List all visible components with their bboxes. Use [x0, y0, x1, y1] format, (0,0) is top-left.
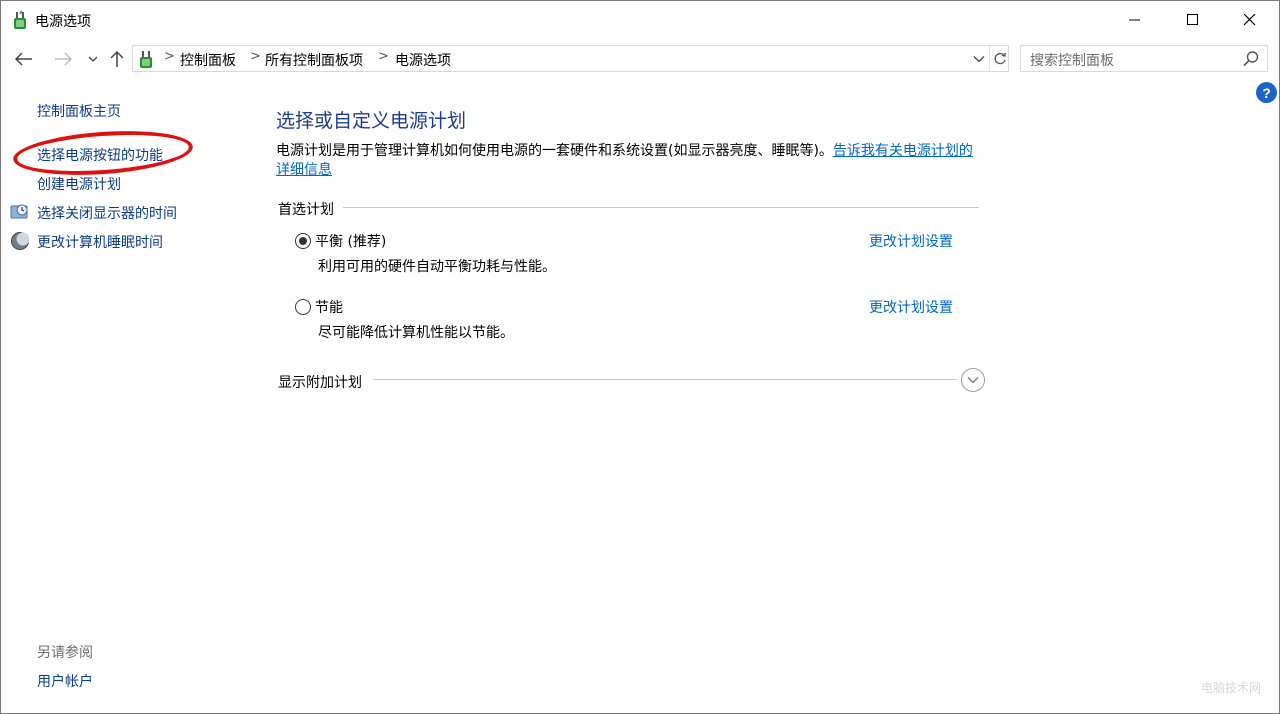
close-icon [1244, 14, 1256, 26]
page-title: 选择或自定义电源计划 [276, 110, 467, 132]
user-accounts-link[interactable]: 用户帐户 [37, 671, 93, 691]
plan-power-saver-radio[interactable] [295, 299, 311, 315]
section-divider [343, 207, 979, 208]
sleep-time-link[interactable]: 更改计算机睡眠时间 [37, 232, 163, 252]
plan-balanced-description: 利用可用的硬件自动平衡功耗与性能。 [318, 259, 556, 275]
display-off-time-link[interactable]: 选择关闭显示器的时间 [37, 203, 177, 223]
chevron-down-circle-icon [967, 377, 979, 384]
arrow-left-icon [15, 52, 32, 66]
plan-balanced-settings-link[interactable]: 更改计划设置 [869, 231, 953, 251]
search-icon [1243, 51, 1259, 67]
title-bar[interactable]: 电源选项 [1, 1, 1279, 39]
see-also-heading: 另请参阅 [37, 645, 93, 661]
recent-locations-button[interactable] [81, 45, 105, 73]
power-options-window: 电源选项 > 控制面板 > 所有控制面板项 > 电源选项 搜索控制面板 ? 控制… [0, 0, 1280, 714]
help-button[interactable]: ? [1256, 82, 1277, 103]
description-text: 电源计划是用于管理计算机如何使用电源的一套硬件和系统设置(如显示器亮度、睡眠等)… [276, 143, 833, 159]
moon-sleep-icon [11, 232, 30, 250]
back-button[interactable] [12, 45, 36, 73]
control-panel-home-link[interactable]: 控制面板主页 [37, 101, 121, 121]
plan-power-saver-settings-link[interactable]: 更改计划设置 [869, 297, 953, 317]
section-divider [373, 379, 957, 380]
watermark: 电脑技术网 [1201, 681, 1262, 695]
address-bar[interactable]: > 控制面板 > 所有控制面板项 > 电源选项 [132, 45, 1009, 72]
display-clock-icon [10, 204, 28, 219]
breadcrumb-separator: > [250, 49, 261, 64]
window-title: 电源选项 [35, 14, 91, 30]
forward-button[interactable] [51, 45, 75, 73]
address-dropdown-button[interactable] [968, 46, 990, 71]
maximize-button[interactable] [1164, 1, 1222, 39]
preferred-plans-heading: 首选计划 [278, 202, 334, 218]
maximize-icon [1187, 14, 1198, 25]
breadcrumb-separator: > [164, 49, 175, 64]
up-button[interactable] [105, 45, 129, 73]
minimize-button[interactable] [1106, 1, 1164, 39]
expand-additional-plans-button[interactable] [961, 368, 985, 392]
plan-balanced-name[interactable]: 平衡 (推荐) [315, 231, 386, 251]
chevron-down-icon [88, 56, 98, 62]
show-additional-plans-label[interactable]: 显示附加计划 [278, 372, 362, 392]
refresh-icon [994, 52, 1006, 64]
breadcrumb-power-options[interactable]: 电源选项 [395, 50, 451, 70]
refresh-button[interactable] [989, 46, 1009, 71]
breadcrumb-all-items[interactable]: 所有控制面板项 [265, 50, 363, 70]
plan-balanced-radio[interactable] [295, 233, 311, 249]
arrow-right-icon [55, 52, 72, 66]
power-options-icon [14, 10, 26, 29]
create-power-plan-link[interactable]: 创建电源计划 [37, 174, 121, 194]
search-placeholder: 搜索控制面板 [1030, 53, 1114, 69]
page-description: 电源计划是用于管理计算机如何使用电源的一套硬件和系统设置(如显示器亮度、睡眠等)… [276, 142, 981, 180]
plan-power-saver-description: 尽可能降低计算机性能以节能。 [318, 325, 514, 341]
breadcrumb-separator: > [378, 49, 389, 64]
breadcrumb-control-panel[interactable]: 控制面板 [180, 50, 236, 70]
navigation-bar: > 控制面板 > 所有控制面板项 > 电源选项 搜索控制面板 [1, 39, 1279, 79]
plan-power-saver-name[interactable]: 节能 [315, 297, 343, 317]
arrow-up-icon [110, 50, 124, 67]
choose-power-button-link[interactable]: 选择电源按钮的功能 [37, 145, 163, 165]
close-button[interactable] [1221, 1, 1279, 39]
power-options-icon [140, 51, 152, 68]
chevron-down-icon [973, 55, 985, 62]
minimize-icon [1129, 19, 1140, 21]
search-input[interactable]: 搜索控制面板 [1020, 45, 1268, 72]
